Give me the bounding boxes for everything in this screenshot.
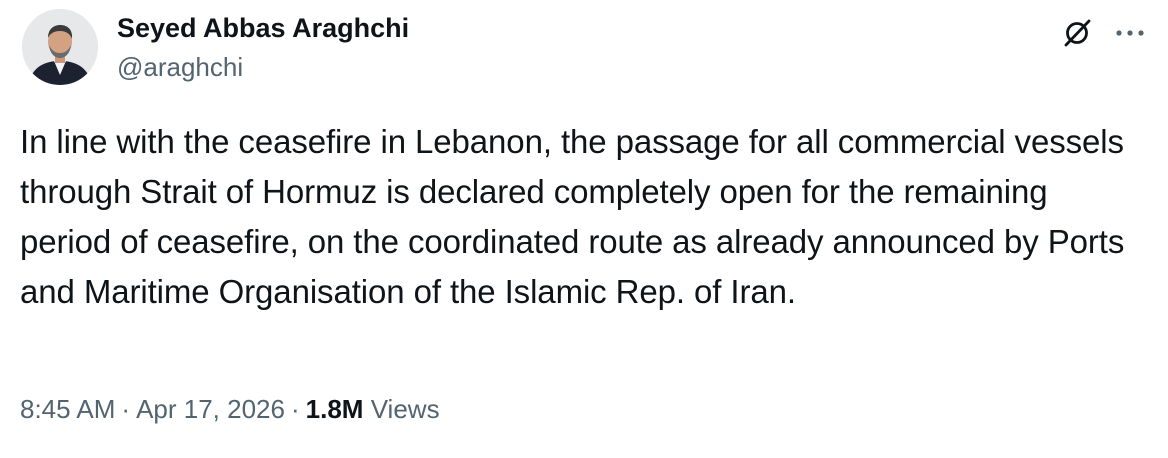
meta-separator: ·: [290, 394, 300, 424]
grok-icon[interactable]: [1060, 16, 1094, 50]
avatar[interactable]: [22, 9, 98, 85]
tweet-date[interactable]: Apr 17, 2026: [136, 394, 285, 424]
author-handle[interactable]: @araghchi: [117, 51, 243, 83]
tweet-text: In line with the ceasefire in Lebanon, t…: [20, 123, 1125, 310]
views-label: Views: [370, 394, 440, 424]
tweet-time[interactable]: 8:45 AM: [20, 394, 115, 424]
author-display-name[interactable]: Seyed Abbas Araghchi: [117, 11, 409, 45]
tweet-metadata: 8:45 AM · Apr 17, 2026 · 1.8M Views: [20, 391, 440, 427]
tweet-card: Seyed Abbas Araghchi @araghchi In line w…: [0, 0, 1168, 458]
profile-photo-icon: [22, 9, 98, 85]
more-options-icon[interactable]: [1113, 17, 1147, 49]
views-count: 1.8M: [305, 394, 364, 424]
meta-separator: ·: [121, 394, 131, 424]
